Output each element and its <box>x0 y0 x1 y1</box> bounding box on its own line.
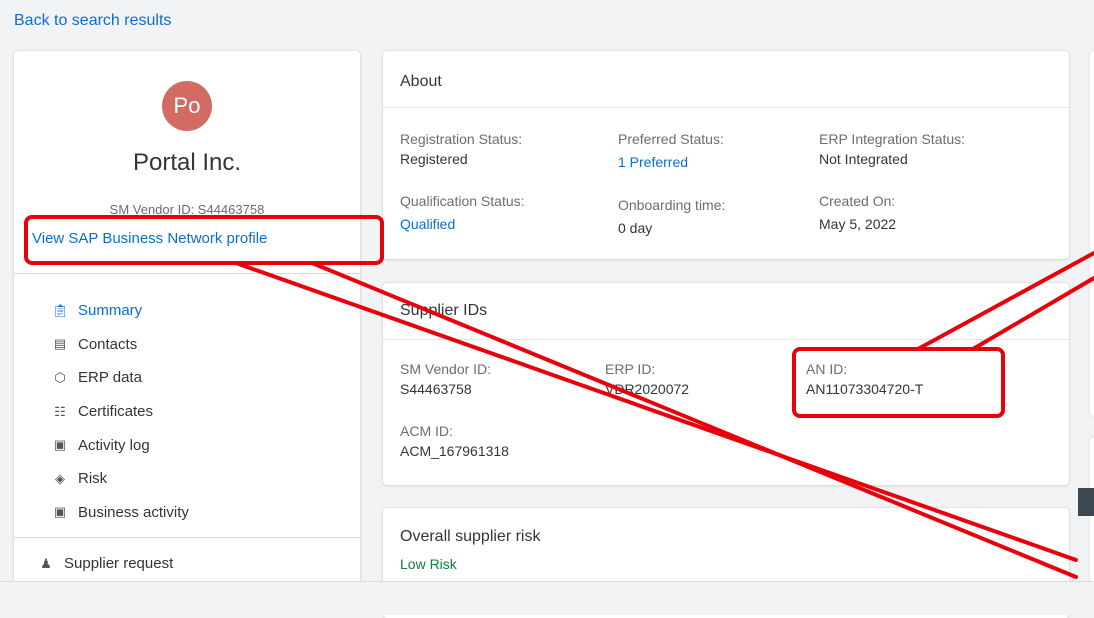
clipboard-icon: 📋︎ <box>52 302 69 318</box>
nav-item-business-activity[interactable]: ▣ Business activity <box>52 496 189 530</box>
about-card: About Registration Status: Registered Pr… <box>383 51 1069 259</box>
divider <box>14 273 360 274</box>
supplier-ids-card: Supplier IDs SM Vendor ID: S44463758 ERP… <box>383 283 1069 485</box>
supplier-request-icon: ♟ <box>40 555 52 571</box>
about-title: About <box>400 73 442 90</box>
sm-vendor-id-value: S44463758 <box>400 381 472 397</box>
registration-status-value: Registered <box>400 151 468 167</box>
supplier-ids-title: Supplier IDs <box>400 302 488 319</box>
created-on-value: May 5, 2022 <box>819 216 897 232</box>
back-to-search-link[interactable]: Back to search results <box>14 12 171 30</box>
onboarding-time-value: 0 day <box>618 220 653 236</box>
divider <box>14 537 360 538</box>
erp-icon: ⬡ <box>54 369 66 385</box>
an-id-field: AN ID: AN11073304720-T <box>806 361 924 397</box>
acm-id-value: ACM_167961318 <box>400 443 509 459</box>
nav-item-certificates[interactable]: ☷ Certificates <box>52 395 189 429</box>
created-on-field: Created On: May 5, 2022 <box>819 193 897 232</box>
right-panel-button[interactable] <box>1078 488 1094 516</box>
sm-vendor-id-field: SM Vendor ID: S44463758 <box>400 361 492 397</box>
divider <box>383 339 1069 340</box>
right-panel-card <box>1090 51 1094 416</box>
contacts-icon: ▤ <box>53 336 67 352</box>
overall-risk-title: Overall supplier risk <box>400 528 541 545</box>
bottom-bar <box>0 581 1094 615</box>
preferred-status-field: Preferred Status: 1 Preferred <box>618 131 724 170</box>
registration-status-field: Registration Status: Registered <box>400 131 523 167</box>
preferred-status-link[interactable]: 1 Preferred <box>618 154 724 170</box>
nav-item-summary[interactable]: 📋︎ Summary <box>52 294 189 328</box>
vendor-id-text: SM Vendor ID: S44463758 <box>109 202 265 217</box>
erp-integration-field: ERP Integration Status: Not Integrated <box>819 131 966 167</box>
right-panel-card <box>1090 438 1094 598</box>
qualification-status-field: Qualification Status: Qualified <box>400 193 525 232</box>
an-id-value: AN11073304720-T <box>806 381 924 397</box>
risk-level-value: Low Risk <box>400 556 457 572</box>
nav-item-supplier-request[interactable]: ♟ Supplier request <box>38 555 173 572</box>
onboarding-time-field: Onboarding time: 0 day <box>618 197 726 236</box>
profile-nav: 📋︎ Summary ▤ Contacts ⬡ ERP data ☷ Certifica… <box>52 294 189 529</box>
company-name: Portal Inc. <box>132 149 242 176</box>
nav-item-erp-data[interactable]: ⬡ ERP data <box>52 361 189 395</box>
nav-item-activity-log[interactable]: ▣ Activity log <box>52 428 189 462</box>
erp-id-value: VDR2020072 <box>605 381 690 397</box>
divider <box>383 107 1069 108</box>
nav-item-contacts[interactable]: ▤ Contacts <box>52 328 189 362</box>
view-network-profile-link[interactable]: View SAP Business Network profile <box>32 230 267 247</box>
supplier-profile-card: Po Portal Inc. SM Vendor ID: S44463758 V… <box>14 51 360 611</box>
acm-id-field: ACM ID: ACM_167961318 <box>400 423 509 459</box>
risk-icon: ◈ <box>55 470 65 486</box>
certificate-icon: ☷ <box>54 403 66 419</box>
avatar: Po <box>162 81 212 131</box>
activity-log-icon: ▣ <box>53 437 67 453</box>
erp-integration-value: Not Integrated <box>819 151 908 167</box>
business-activity-icon: ▣ <box>53 504 67 520</box>
nav-item-risk[interactable]: ◈ Risk <box>52 462 189 496</box>
erp-id-field: ERP ID: VDR2020072 <box>605 361 690 397</box>
qualification-status-link[interactable]: Qualified <box>400 216 525 232</box>
